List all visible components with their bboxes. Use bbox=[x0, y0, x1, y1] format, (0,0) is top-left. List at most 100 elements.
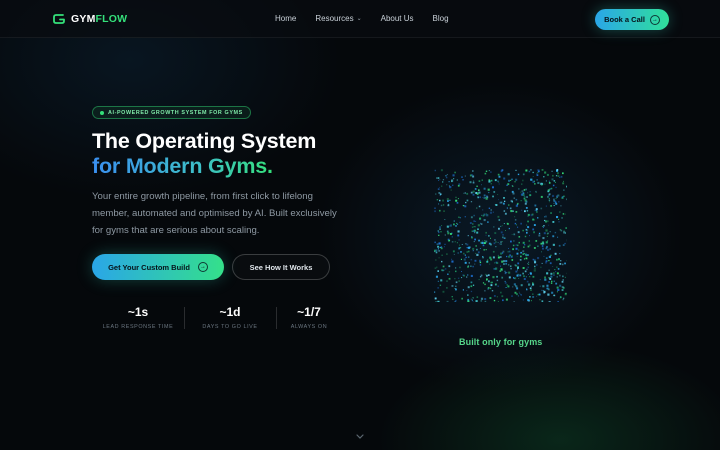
particle bbox=[458, 280, 460, 282]
particle bbox=[470, 285, 473, 288]
particle bbox=[545, 260, 548, 262]
particle bbox=[471, 174, 474, 177]
particle bbox=[529, 296, 531, 298]
particle bbox=[451, 180, 453, 183]
hero-subtitle: Your entire growth pipeline, from first … bbox=[92, 191, 337, 236]
particle bbox=[482, 244, 485, 247]
particle bbox=[541, 251, 542, 253]
particle bbox=[543, 292, 545, 294]
particle bbox=[520, 191, 522, 193]
particle bbox=[448, 185, 450, 187]
particle bbox=[523, 246, 525, 248]
particle bbox=[446, 253, 448, 255]
particle bbox=[529, 287, 532, 290]
particle bbox=[498, 181, 500, 183]
particle bbox=[472, 223, 474, 225]
particle bbox=[559, 253, 561, 255]
particle bbox=[438, 250, 440, 252]
particle bbox=[537, 172, 539, 174]
particle bbox=[524, 199, 527, 202]
particle bbox=[549, 248, 551, 250]
particle bbox=[566, 198, 567, 201]
particle bbox=[482, 282, 485, 284]
particle bbox=[454, 241, 456, 243]
particle bbox=[481, 179, 483, 181]
particle bbox=[487, 221, 489, 223]
particle bbox=[439, 179, 441, 181]
particle bbox=[545, 241, 548, 244]
nav-link-label: Resources bbox=[315, 14, 354, 23]
particle bbox=[483, 194, 486, 197]
see-how-it-works-button[interactable]: See How It Works bbox=[232, 254, 330, 280]
particle bbox=[543, 255, 545, 257]
particle bbox=[541, 245, 544, 247]
particle bbox=[476, 253, 479, 256]
particle bbox=[462, 274, 464, 276]
particle bbox=[464, 205, 467, 208]
particle bbox=[501, 252, 504, 254]
particle bbox=[489, 256, 492, 259]
book-a-call-button[interactable]: Book a Call → bbox=[595, 9, 669, 30]
particle bbox=[517, 226, 519, 228]
particle bbox=[516, 252, 519, 255]
particle bbox=[505, 260, 508, 263]
particle bbox=[465, 201, 467, 204]
particle bbox=[487, 259, 489, 261]
nav-link-blog[interactable]: Blog bbox=[433, 14, 449, 23]
particle bbox=[485, 249, 487, 251]
nav-link-about-us[interactable]: About Us bbox=[381, 14, 414, 23]
particle bbox=[455, 299, 457, 302]
particle bbox=[550, 272, 553, 275]
particle bbox=[466, 243, 469, 246]
particle bbox=[557, 175, 560, 177]
particle bbox=[527, 226, 530, 229]
gymflow-logo-icon bbox=[53, 14, 65, 24]
nav-link-home[interactable]: Home bbox=[275, 14, 296, 23]
particle bbox=[473, 180, 475, 182]
particle bbox=[490, 209, 492, 211]
particle bbox=[527, 266, 529, 269]
particle bbox=[523, 275, 525, 278]
particle bbox=[534, 204, 537, 207]
visual-caption: Built only for gyms bbox=[459, 337, 543, 347]
particle bbox=[494, 204, 496, 205]
brand-logo[interactable]: GYMFLOW bbox=[52, 12, 127, 26]
particle bbox=[434, 210, 436, 213]
particle bbox=[500, 241, 502, 243]
particle bbox=[534, 261, 537, 264]
particle bbox=[552, 184, 555, 187]
particle bbox=[521, 190, 524, 193]
particle bbox=[561, 196, 564, 198]
particle bbox=[500, 243, 502, 245]
particle bbox=[494, 239, 496, 241]
particle bbox=[537, 217, 539, 219]
particle bbox=[450, 233, 452, 235]
nav-link-resources[interactable]: Resources ⌄ bbox=[315, 14, 361, 23]
particle bbox=[553, 202, 555, 204]
particle bbox=[468, 262, 470, 264]
particle bbox=[565, 292, 567, 295]
particle bbox=[530, 289, 532, 291]
particle bbox=[543, 225, 545, 227]
scroll-down-chevron-icon[interactable] bbox=[355, 433, 365, 441]
particle bbox=[467, 256, 470, 258]
particle bbox=[557, 236, 559, 238]
particle bbox=[434, 249, 436, 252]
particle bbox=[525, 228, 527, 231]
particle bbox=[562, 275, 564, 278]
particle bbox=[512, 244, 515, 247]
particle bbox=[529, 191, 531, 193]
particle bbox=[498, 199, 499, 201]
particle bbox=[560, 175, 563, 178]
particle bbox=[435, 251, 438, 254]
particle bbox=[467, 250, 470, 253]
particle bbox=[506, 184, 508, 186]
particle bbox=[529, 235, 530, 237]
particle bbox=[515, 178, 518, 181]
particle bbox=[548, 182, 551, 184]
particle bbox=[507, 285, 510, 288]
particle bbox=[556, 266, 558, 269]
get-custom-build-button[interactable]: Get Your Custom Build → bbox=[92, 254, 224, 280]
particle bbox=[555, 186, 557, 189]
particle bbox=[444, 243, 446, 245]
